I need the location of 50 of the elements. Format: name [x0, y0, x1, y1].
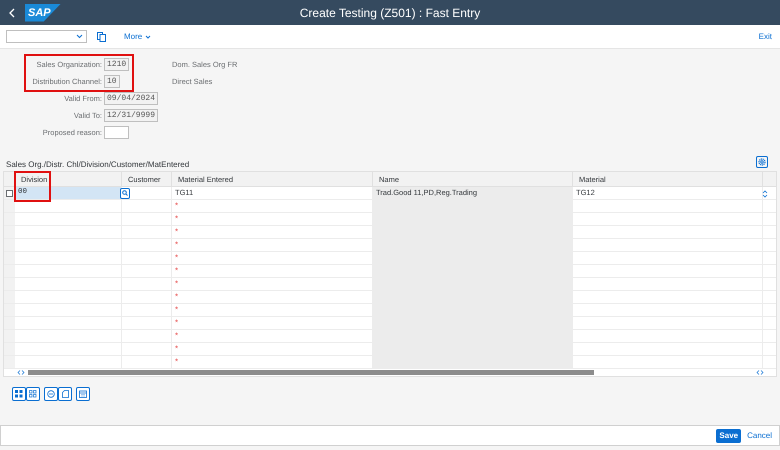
input-field[interactable]: 09/04/2024	[104, 92, 158, 105]
chevron-down-icon	[145, 34, 152, 38]
search-icon	[122, 190, 128, 196]
required-mark: *	[175, 278, 178, 290]
logo: SAP	[25, 4, 61, 22]
required-mark: *	[175, 343, 178, 355]
required-mark: *	[175, 265, 178, 277]
back-icon[interactable]	[9, 8, 15, 18]
exit-button[interactable]: Exit	[758, 30, 772, 42]
calendar-icon	[79, 390, 87, 398]
input-field[interactable]: 12/31/9999	[104, 109, 158, 122]
select-all-button[interactable]	[12, 387, 26, 401]
value-help-button[interactable]	[120, 188, 130, 198]
grid-icon	[15, 390, 23, 398]
required-mark: *	[175, 213, 178, 225]
gear-icon	[758, 158, 766, 166]
minus-circle-icon	[47, 390, 55, 398]
required-mark: *	[175, 356, 178, 368]
delete-row-button[interactable]	[44, 387, 58, 401]
required-mark: *	[175, 304, 178, 316]
required-mark: *	[175, 317, 178, 329]
required-mark: *	[175, 226, 178, 238]
window-title: Create Testing (Z501) : Fast Entry	[298, 4, 482, 22]
save-button[interactable]: Save	[716, 428, 742, 442]
settings-button[interactable]	[756, 156, 768, 168]
vertical-scroll-arrows-icon[interactable]	[762, 190, 768, 198]
dropdown-field[interactable]	[6, 30, 87, 43]
input-field[interactable]	[104, 126, 129, 139]
deselect-all-button[interactable]	[26, 387, 40, 401]
required-mark: *	[175, 330, 178, 342]
cancel-button[interactable]: Cancel	[747, 430, 772, 442]
calendar-button[interactable]	[76, 387, 90, 401]
input-field[interactable]: 1210	[104, 58, 130, 71]
required-mark: *	[175, 291, 178, 303]
input-field[interactable]: 10	[104, 75, 120, 88]
horizontal-scrollbar[interactable]	[28, 370, 594, 375]
required-mark: *	[175, 239, 178, 251]
scroll-arrows-icon[interactable]	[756, 370, 764, 375]
grid-outline-icon	[29, 390, 37, 398]
copy-icon[interactable]	[97, 32, 106, 42]
scroll-arrows-icon[interactable]	[17, 370, 25, 375]
row-checkbox[interactable]	[6, 190, 13, 196]
new-row-button[interactable]	[58, 387, 72, 401]
chevron-down-icon	[76, 34, 83, 39]
required-mark: *	[175, 252, 178, 264]
document-icon	[62, 390, 68, 398]
required-mark: *	[175, 200, 178, 212]
more-button[interactable]: More	[124, 30, 152, 42]
row-selector[interactable]	[4, 187, 15, 199]
table-title: Sales Org./Distr. Chl/Division/Customer/MatEntered	[6, 159, 190, 171]
